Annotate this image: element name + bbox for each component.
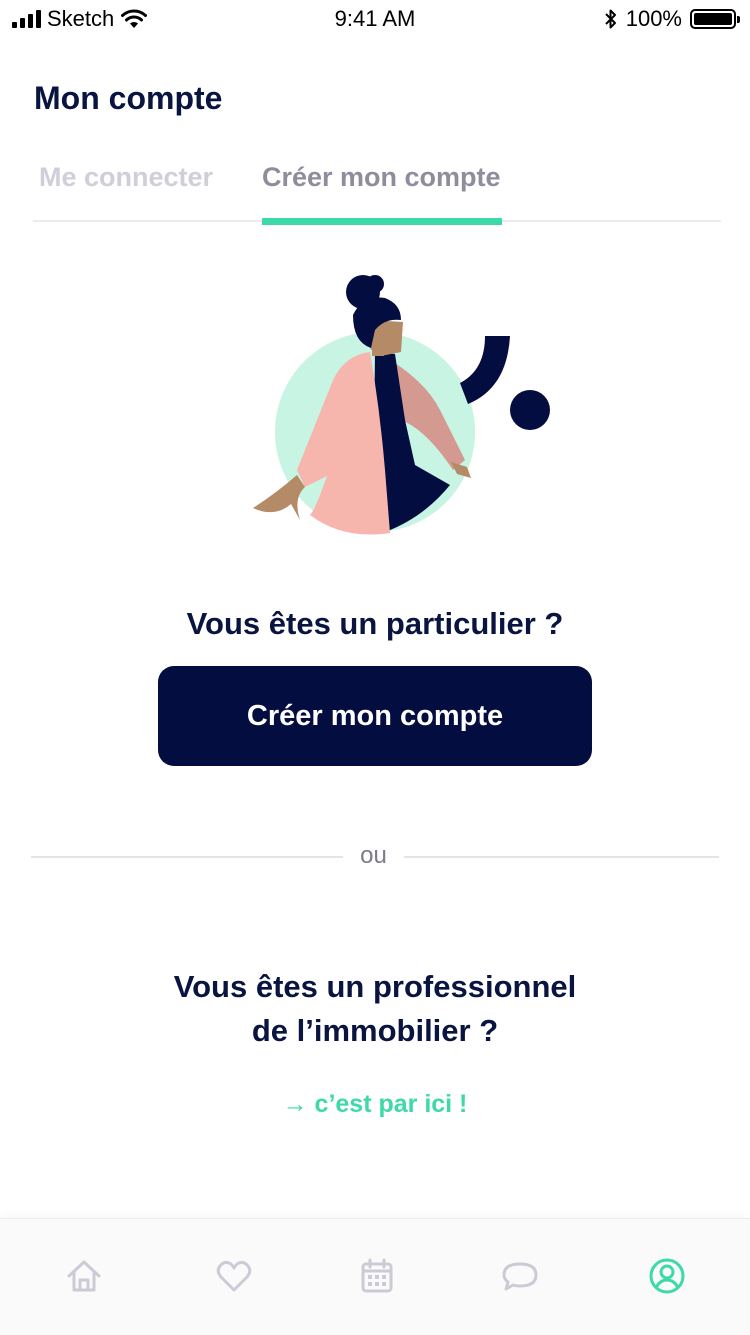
divider-label: ou [360, 842, 387, 869]
divider-line-right [404, 856, 719, 858]
nav-messages[interactable] [500, 1256, 540, 1296]
active-tab-indicator [262, 218, 502, 225]
professional-question-line2: de l’immobilier ? [251, 1013, 499, 1048]
professional-question: Vous êtes un professionnel de l’immobili… [0, 965, 750, 1053]
battery-icon [690, 9, 740, 29]
battery-percent: 100% [625, 6, 682, 31]
calendar-icon [361, 1258, 393, 1293]
bluetooth-icon [605, 9, 616, 29]
nav-account[interactable] [647, 1256, 687, 1296]
status-right: 100% [604, 6, 740, 32]
create-account-button[interactable]: Créer mon compte [158, 666, 592, 766]
nav-favorites[interactable] [214, 1256, 254, 1296]
tab-login[interactable]: Me connecter [39, 162, 213, 193]
nav-home[interactable] [64, 1256, 104, 1296]
particulier-question: Vous êtes un particulier ? [186, 606, 564, 641]
chat-icon [502, 1262, 538, 1291]
professional-link[interactable]: → c’est par ici ! [0, 1090, 750, 1119]
heart-icon [216, 1260, 252, 1292]
professional-question-line1: Vous êtes un professionnel [173, 969, 577, 1004]
status-bar: Sketch 9:41 AM 100% [0, 0, 750, 40]
tab-create-account[interactable]: Créer mon compte [262, 162, 501, 193]
person-illustration [253, 275, 550, 535]
account-tabs: Me connecter Créer mon compte [33, 150, 721, 225]
divider-line-left [31, 856, 343, 858]
nav-calendar[interactable] [357, 1256, 397, 1296]
bottom-nav [0, 1218, 750, 1335]
account-icon [649, 1258, 685, 1294]
home-icon [67, 1260, 101, 1292]
page-title: Mon compte [34, 80, 223, 116]
battery-level [694, 13, 732, 25]
